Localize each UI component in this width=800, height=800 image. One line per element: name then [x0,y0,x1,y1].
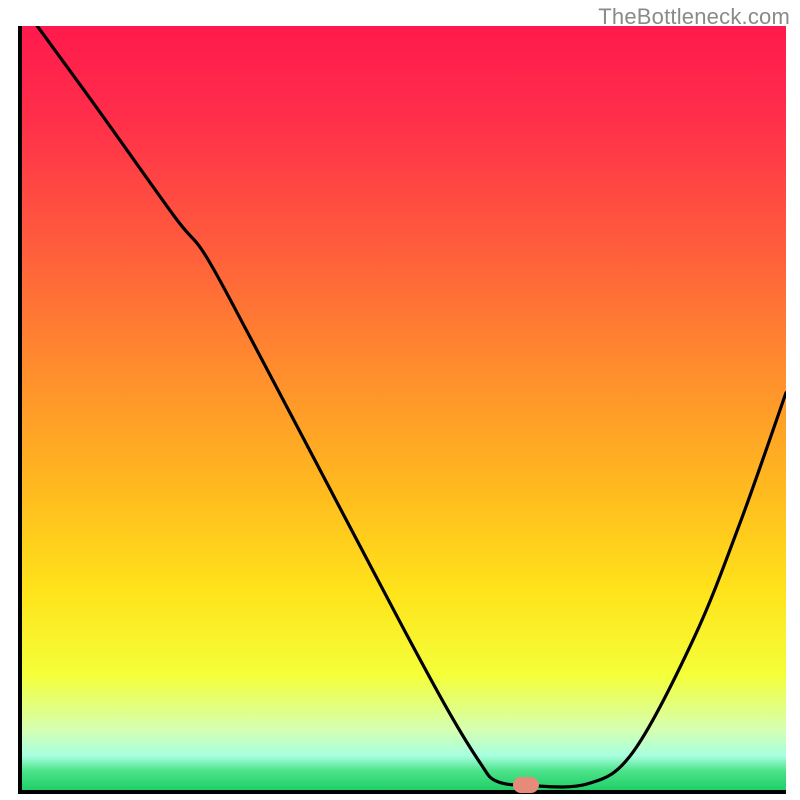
optimal-point-marker [513,777,539,793]
chart-area [22,26,786,790]
gradient-background [22,26,786,790]
